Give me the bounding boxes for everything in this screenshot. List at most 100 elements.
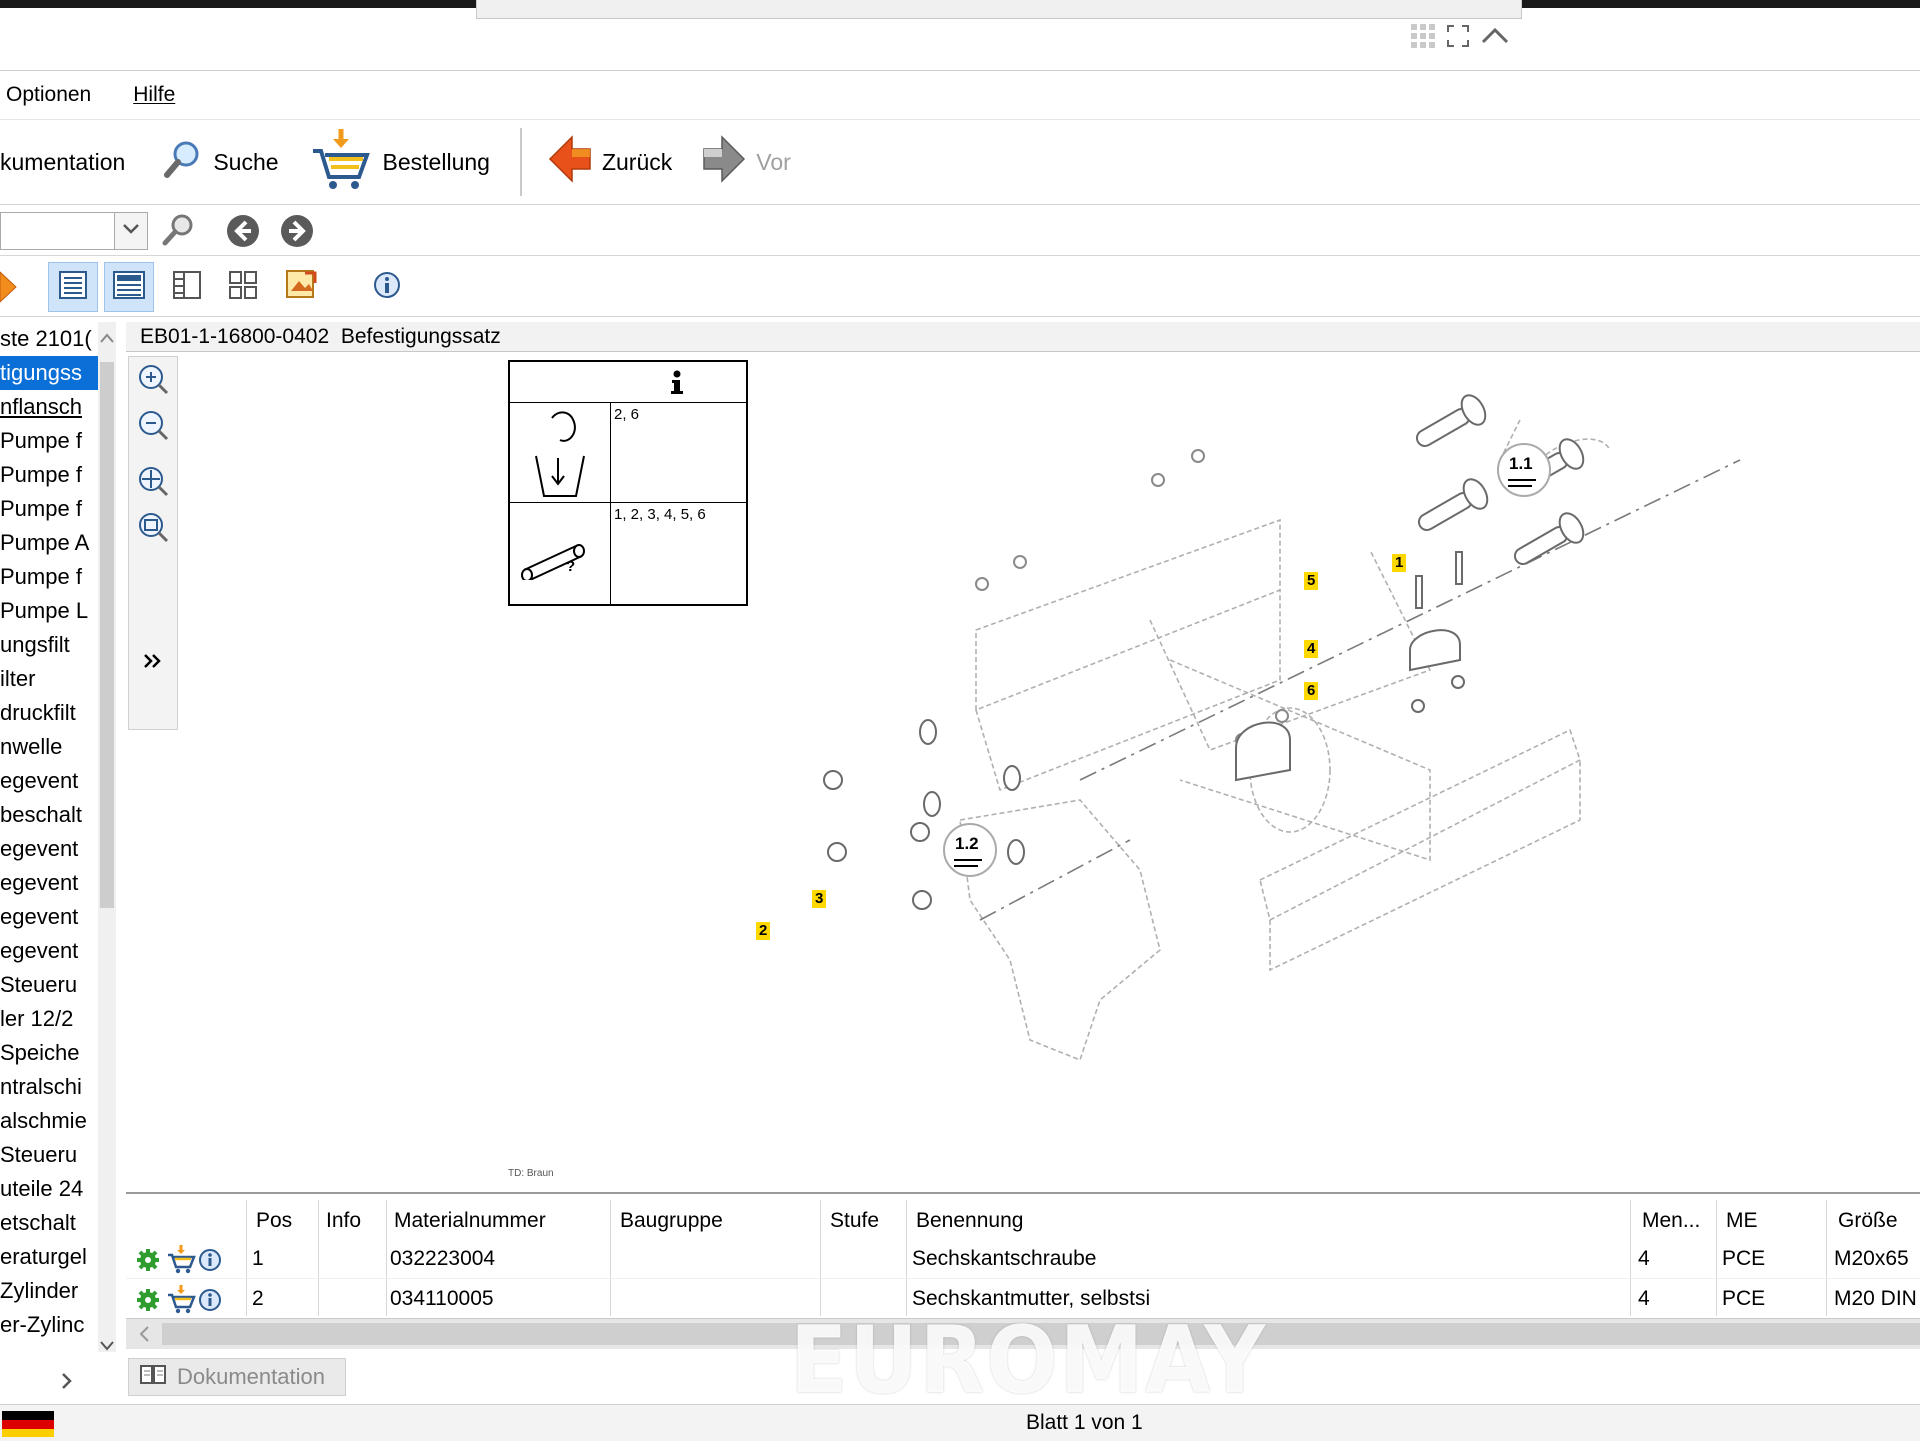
parts-table: Pos Info Materialnummer Baugruppe Stufe Benen… xyxy=(126,1192,1920,1320)
tree-item[interactable]: Zylinder xyxy=(0,1274,98,1308)
zoom-out-button[interactable] xyxy=(137,409,169,446)
tree-item[interactable]: egevent xyxy=(0,866,98,900)
cart-icon[interactable] xyxy=(166,1284,196,1320)
tree-item[interactable]: ntralschi xyxy=(0,1070,98,1104)
info-icon[interactable] xyxy=(198,1288,222,1318)
tree-item[interactable]: alschmie xyxy=(0,1104,98,1138)
view-list-button[interactable] xyxy=(48,262,98,312)
part-label-4[interactable]: 4 xyxy=(1304,640,1319,658)
combo-search-button[interactable] xyxy=(162,212,196,251)
part-label-2[interactable]: 2 xyxy=(756,922,771,940)
vor-button[interactable]: Vor xyxy=(702,135,791,189)
green-gear-icon[interactable] xyxy=(136,1248,160,1278)
info-row1-values: 2, 6 xyxy=(614,406,640,423)
column-header[interactable]: Größe xyxy=(1838,1202,1898,1240)
tree-item[interactable]: egevent xyxy=(0,764,98,798)
column-header[interactable]: Materialnummer xyxy=(394,1202,546,1240)
column-header[interactable]: Baugruppe xyxy=(620,1202,723,1240)
expand-panel-button[interactable] xyxy=(137,647,169,679)
menu-optionen[interactable]: Optionen xyxy=(6,83,91,107)
info-icon[interactable] xyxy=(198,1248,222,1278)
double-chevron-icon xyxy=(143,653,163,674)
dokumentation-button[interactable]: kumentation xyxy=(0,149,125,176)
tree-item[interactable]: ste 2101( xyxy=(0,322,98,356)
nav-back-button[interactable] xyxy=(226,214,260,253)
watermark: EUROMAY xyxy=(790,1306,1268,1414)
tree-panel: ste 2101(tigungss nflansch Pumpe f Pumpe fP… xyxy=(0,322,98,1372)
column-header[interactable]: Info xyxy=(326,1202,361,1240)
view-split-button[interactable] xyxy=(162,262,212,312)
tree-item[interactable]: etschalt xyxy=(0,1206,98,1240)
zoom-out-icon xyxy=(137,409,169,446)
tree-scrollbar[interactable] xyxy=(98,322,116,1352)
dokumentation-tab[interactable]: Dokumentation xyxy=(128,1358,346,1396)
fit-button[interactable] xyxy=(137,512,169,545)
view-grid-button[interactable] xyxy=(218,262,268,312)
tree-item[interactable]: ilter xyxy=(0,662,98,696)
chevron-up-icon[interactable] xyxy=(100,330,114,348)
tree-item[interactable]: Pumpe f xyxy=(0,424,98,458)
green-gear-icon[interactable] xyxy=(136,1288,160,1318)
info-icon xyxy=(670,370,684,399)
zurueck-button[interactable]: Zurück xyxy=(548,135,672,189)
tree-item[interactable]: beschalt xyxy=(0,798,98,832)
detail-view-icon xyxy=(113,270,145,305)
combo-dropdown-button[interactable] xyxy=(114,213,147,249)
info-button[interactable] xyxy=(362,262,412,312)
tree-item[interactable]: Steueru xyxy=(0,968,98,1002)
tree-item[interactable]: egevent xyxy=(0,934,98,968)
chevron-down-icon[interactable] xyxy=(100,1338,114,1356)
column-header[interactable]: Benennung xyxy=(916,1202,1023,1240)
tree-item[interactable]: eraturgel xyxy=(0,1240,98,1274)
suche-button[interactable]: Suche xyxy=(163,139,279,185)
bestellung-button[interactable]: Bestellung xyxy=(309,127,490,197)
tree-item[interactable]: Pumpe f xyxy=(0,560,98,594)
tree-item[interactable]: ler 12/2 xyxy=(0,1002,98,1036)
tree-item[interactable]: Pumpe L xyxy=(0,594,98,628)
german-flag-icon[interactable] xyxy=(2,1411,54,1443)
tree-item[interactable]: uteile 24 xyxy=(0,1172,98,1206)
column-header[interactable]: Stufe xyxy=(830,1202,879,1240)
page-indicator: Blatt 1 von 1 xyxy=(1026,1411,1143,1434)
tree-item[interactable]: Pumpe f xyxy=(0,492,98,526)
tree-item[interactable]: Steueru xyxy=(0,1138,98,1172)
zoom-in-button[interactable] xyxy=(137,364,169,397)
part-label-6[interactable]: 6 xyxy=(1304,682,1319,700)
column-header[interactable]: Pos xyxy=(256,1202,292,1240)
tree-item[interactable]: ungsfilt xyxy=(0,628,98,662)
part-label-1[interactable]: 1 xyxy=(1392,554,1407,572)
tree-scroll-right[interactable] xyxy=(60,1372,74,1395)
chevron-up-icon[interactable] xyxy=(1480,24,1510,53)
part-label-3[interactable]: 3 xyxy=(812,890,827,908)
view-image-button[interactable] xyxy=(276,262,326,312)
menu-hilfe[interactable]: Hilfe xyxy=(133,83,175,107)
nav-forward-button[interactable] xyxy=(280,214,314,253)
orange-diamond-icon[interactable] xyxy=(0,270,18,309)
table-row[interactable]: 1 032223004 Sechskantschraube 4 PCE M20x65 xyxy=(126,1240,1920,1279)
search-combo[interactable] xyxy=(0,212,148,250)
tree-item[interactable]: Speiche xyxy=(0,1036,98,1070)
tree-item[interactable]: druckfilt xyxy=(0,696,98,730)
tree-item[interactable]: tigungss xyxy=(0,356,98,390)
grid-icon[interactable] xyxy=(1410,23,1436,54)
info-question: ? xyxy=(566,558,576,575)
part-label-5[interactable]: 5 xyxy=(1304,572,1319,590)
search-icon xyxy=(163,139,203,185)
cart-icon[interactable] xyxy=(166,1244,196,1280)
image-view-icon xyxy=(285,269,317,306)
tree-item[interactable]: nflansch xyxy=(0,390,98,424)
tree-scroll-thumb[interactable] xyxy=(100,362,114,908)
dokumentation-tab-label: Dokumentation xyxy=(177,1364,325,1389)
pan-button[interactable] xyxy=(137,466,169,499)
view-detail-button[interactable] xyxy=(104,262,154,312)
fullscreen-icon[interactable] xyxy=(1446,24,1470,53)
tree-item[interactable]: Pumpe f xyxy=(0,458,98,492)
column-header[interactable]: ME xyxy=(1726,1202,1758,1240)
tree-item[interactable]: nwelle xyxy=(0,730,98,764)
column-header[interactable]: Men... xyxy=(1642,1202,1700,1240)
tree-item[interactable]: er-Zylinc xyxy=(0,1308,98,1342)
tree-item[interactable]: egevent xyxy=(0,900,98,934)
tree-item[interactable]: Pumpe A xyxy=(0,526,98,560)
tree-item[interactable]: egevent xyxy=(0,832,98,866)
chevron-left-icon[interactable] xyxy=(138,1325,150,1348)
